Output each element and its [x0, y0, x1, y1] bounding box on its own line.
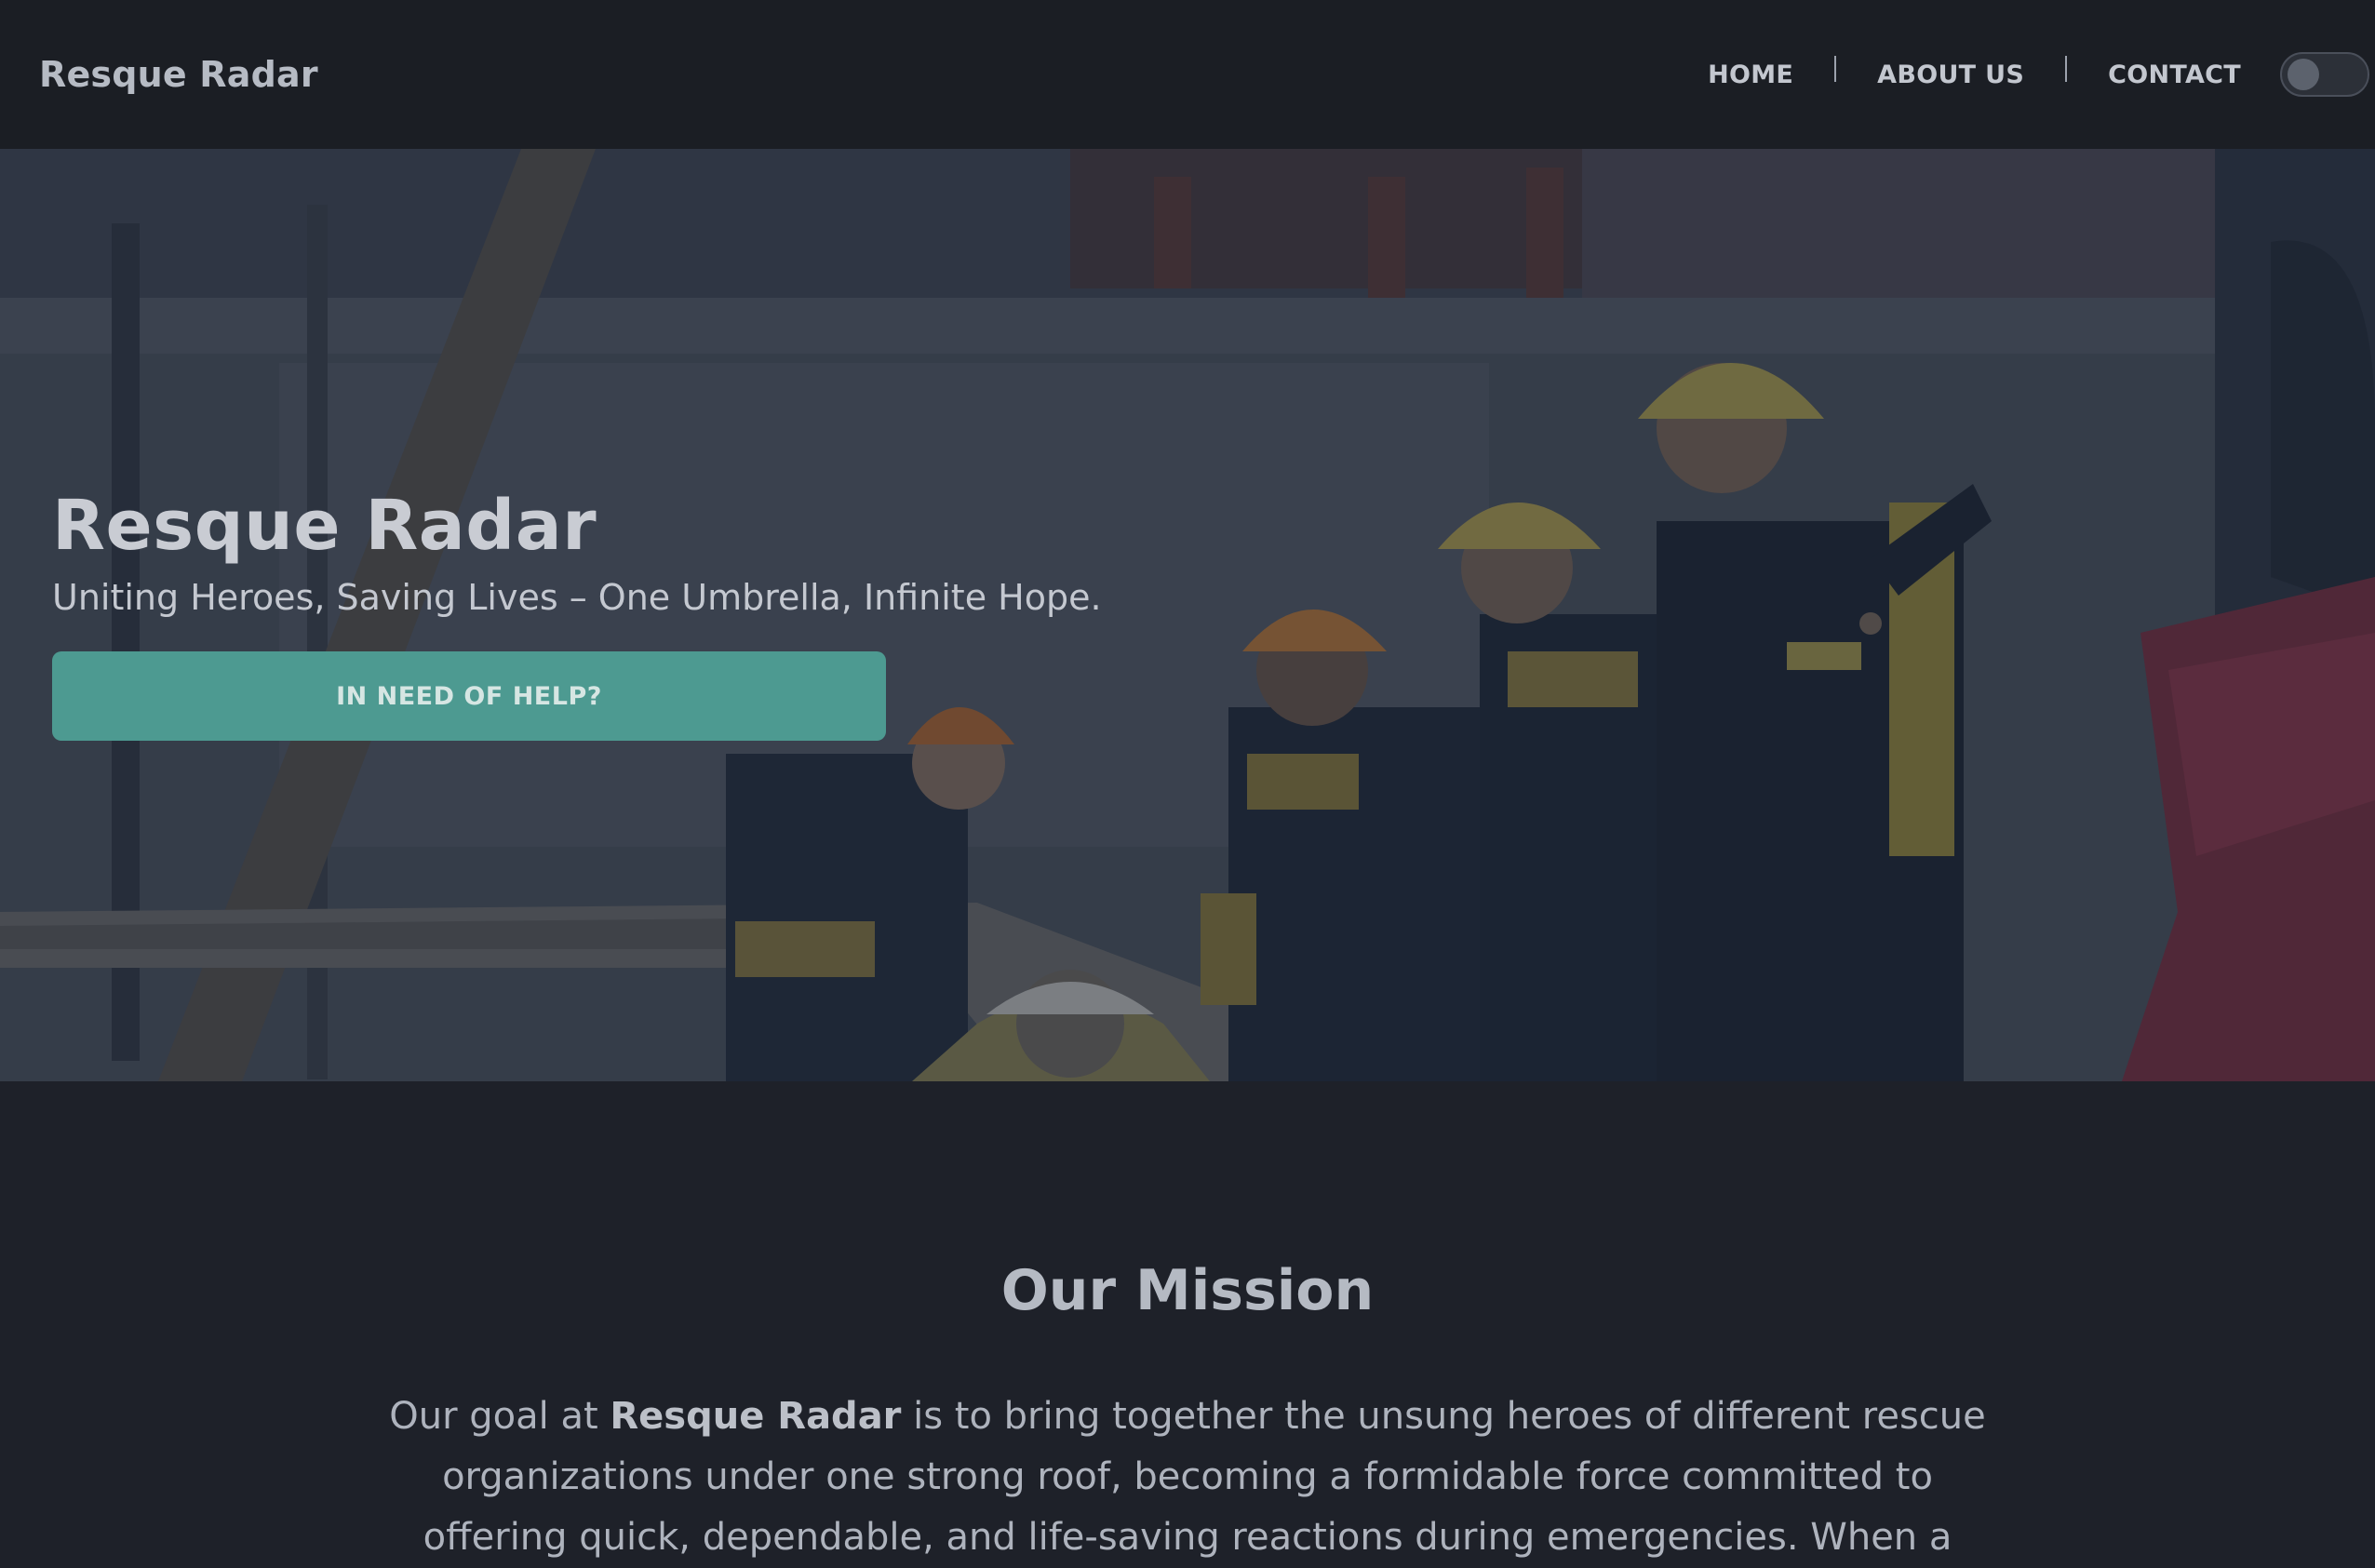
mission-text-brand: Resque Radar: [610, 1395, 902, 1438]
mission-text-intro: Our goal at: [389, 1395, 611, 1438]
theme-toggle[interactable]: [2280, 52, 2369, 97]
nav-link-home[interactable]: HOME: [1708, 60, 1793, 89]
hero-subtitle: Uniting Heroes, Saving Lives – One Umbre…: [52, 577, 1102, 618]
hero-section: Resque Radar Uniting Heroes, Saving Live…: [0, 149, 2375, 1081]
main-nav: HOME ABOUT US CONTACT: [1708, 0, 2375, 149]
nav-divider: [1834, 56, 1837, 82]
hero-title: Resque Radar: [52, 486, 597, 566]
navbar: Resque Radar HOME ABOUT US CONTACT: [0, 0, 2375, 149]
brand-logo[interactable]: Resque Radar: [39, 54, 318, 95]
mission-text: Our goal at Resque Radar is to bring tog…: [372, 1387, 2003, 1568]
nav-link-about-us[interactable]: ABOUT US: [1877, 60, 2024, 89]
nav-divider: [2065, 56, 2068, 82]
need-help-button[interactable]: IN NEED OF HELP?: [52, 651, 886, 741]
toggle-knob: [2288, 59, 2319, 90]
nav-link-contact[interactable]: CONTACT: [2108, 60, 2241, 89]
mission-section: Our Mission Our goal at Resque Radar is …: [0, 1081, 2375, 1559]
mission-title: Our Mission: [1000, 1258, 1375, 1323]
hero-content: Resque Radar Uniting Heroes, Saving Live…: [52, 491, 1102, 741]
